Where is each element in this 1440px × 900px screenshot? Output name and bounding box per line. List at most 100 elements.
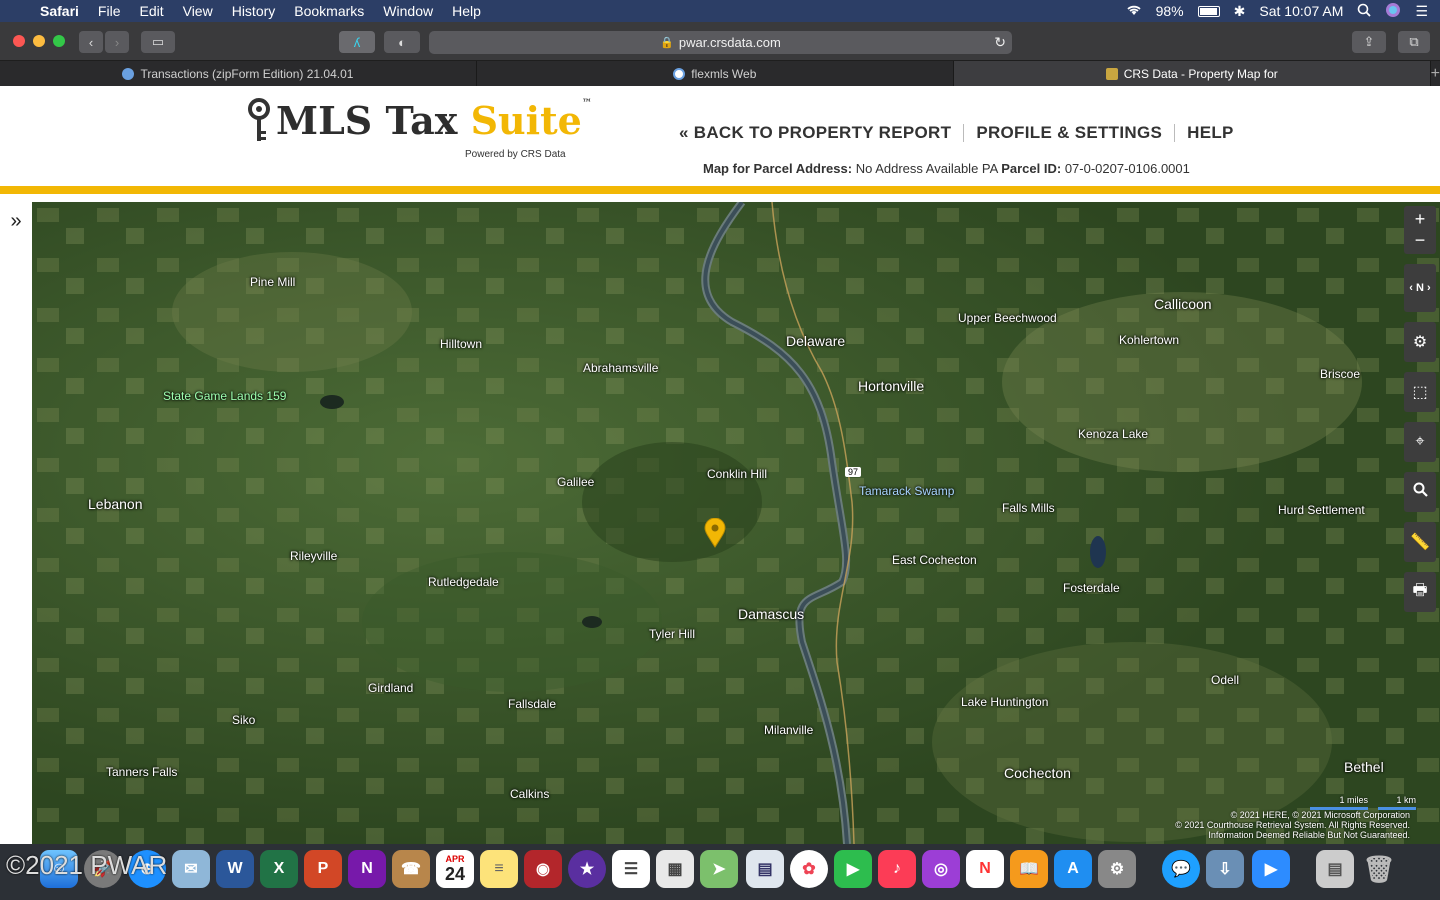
share-button[interactable]: ⇪ [1352,31,1386,53]
expand-panel-button[interactable]: » [0,202,32,844]
mls-tax-suite-logo[interactable]: MLS Tax Suite™ Powered by CRS Data [246,98,592,160]
map-container: » Pine Mill Hilltown Abrahamsville State… [0,202,1440,844]
imovie-icon[interactable]: ★ [568,850,606,888]
menu-bookmarks[interactable]: Bookmarks [294,3,364,19]
system-preferences-icon[interactable]: ⚙ [1098,850,1136,888]
menu-edit[interactable]: Edit [139,3,163,19]
locate-button[interactable]: ⌖ [1404,422,1436,462]
tab-overview-button[interactable]: ⧉ [1398,31,1430,53]
spotlight-icon[interactable] [1357,3,1372,20]
address-bar[interactable]: 🔒 pwar.crsdata.com ↻ [429,31,1012,54]
map-label-damascus: Damascus [738,606,805,622]
mail-icon[interactable]: ✉ [172,850,210,888]
map-label-delaware: Delaware [786,333,846,349]
maps-icon[interactable]: ➤ [700,850,738,888]
menu-history[interactable]: History [232,3,276,19]
map-label-falls-mills: Falls Mills [1002,501,1055,515]
books-icon[interactable]: 📖 [1010,850,1048,888]
reload-icon[interactable]: ↻ [994,34,1006,51]
app-store-icon[interactable]: A [1054,850,1092,888]
music-icon[interactable]: ♪ [878,850,916,888]
forward-button[interactable]: › [105,31,129,53]
map-label-tyler-hill: Tyler Hill [649,627,696,641]
measure-button[interactable]: 📏 [1404,522,1436,562]
settings-button[interactable]: ⚙ [1404,322,1436,362]
powerpoint-icon[interactable]: P [304,850,342,888]
parcel-id-label: Parcel ID: [1001,161,1062,176]
excel-icon[interactable]: X [260,850,298,888]
address-bar-url: pwar.crsdata.com [678,35,781,50]
menu-window[interactable]: Window [383,3,433,19]
nav-divider [963,124,965,142]
messages-icon[interactable]: 💬 [1162,850,1200,888]
clock[interactable]: Sat 10:07 AM [1259,3,1343,19]
numbers-icon[interactable]: ▦ [656,850,694,888]
menu-help[interactable]: Help [452,3,481,19]
logo-text: MLS Tax Suite™ [276,98,592,143]
documents-stack-icon[interactable]: ▤ [1316,850,1354,888]
new-tab-button[interactable]: + [1431,61,1440,86]
map-label-girdland: Girdland [368,681,414,695]
property-location-pin-icon[interactable] [704,517,726,553]
map-label-galilee: Galilee [557,475,595,489]
header-nav: « BACK TO PROPERTY REPORT PROFILE & SETT… [679,123,1234,143]
tab-transactions[interactable]: Transactions (zipForm Edition) 21.04.01 [0,61,477,86]
key-icon [246,98,272,153]
menu-view[interactable]: View [183,3,213,19]
zoom-app-icon[interactable]: ▶ [1252,850,1290,888]
battery-icon[interactable] [1197,5,1220,17]
notes-icon[interactable]: ≡ [480,850,518,888]
back-to-report-link[interactable]: « BACK TO PROPERTY REPORT [679,123,951,143]
podcasts-icon[interactable]: ◎ [922,850,960,888]
siri-icon[interactable] [1385,2,1401,21]
calendar-icon[interactable]: APR 24 [436,850,474,888]
bluetooth-icon[interactable]: ✱ [1234,3,1246,20]
downloads-stack-icon[interactable]: ⇩ [1206,850,1244,888]
menu-file[interactable]: File [98,3,121,19]
map-label-milanville: Milanville [764,723,814,737]
double-chevron-right-icon: » [10,210,22,232]
satellite-imagery [32,202,1440,844]
help-link[interactable]: HELP [1187,123,1234,143]
zoom-window-icon[interactable] [53,35,65,47]
tab-flexmls[interactable]: flexmls Web [477,61,954,86]
zoom-out-icon[interactable]: − [1415,230,1426,251]
profile-settings-link[interactable]: PROFILE & SETTINGS [976,123,1162,143]
privacy-shield-button[interactable]: ◐ [384,31,420,53]
ruler-icon: 📏 [1410,534,1430,551]
wifi-icon[interactable] [1126,3,1142,19]
control-center-icon[interactable]: ☰ [1415,3,1428,20]
print-button[interactable]: 🖶 [1404,572,1436,612]
parcel-address-value: No Address Available PA [855,161,998,176]
map-search-button[interactable] [1404,472,1436,512]
word-icon[interactable]: W [216,850,254,888]
tab-bar: Transactions (zipForm Edition) 21.04.01 … [0,60,1440,86]
contacts-icon[interactable]: ☎ [392,850,430,888]
zoom-in-icon[interactable]: + [1415,209,1426,230]
preview-icon[interactable]: ▤ [746,850,784,888]
sidebar-toggle-button[interactable]: ▭ [141,31,175,53]
minimize-window-icon[interactable] [33,35,45,47]
news-icon[interactable]: N [966,850,1004,888]
facetime-icon[interactable]: ▶ [834,850,872,888]
map-label-callicoon: Callicoon [1154,296,1212,312]
tab-crs-data[interactable]: CRS Data - Property Map for [953,61,1431,86]
close-window-icon[interactable] [13,35,25,47]
crosshair-icon: ⌖ [1415,433,1425,450]
map-label-fosterdale: Fosterdale [1063,581,1120,595]
onenote-icon[interactable]: N [348,850,386,888]
map-label-rutledgedale: Rutledgedale [428,575,499,589]
back-button[interactable]: ‹ [79,31,103,53]
photos-icon[interactable]: ✿ [790,850,828,888]
reminders-icon[interactable]: ☰ [612,850,650,888]
parcel-id-value: 07-0-0207-0106.0001 [1064,161,1190,176]
extent-button[interactable]: ⬚ [1404,372,1436,412]
map-label-tamarack-swamp: Tamarack Swamp [859,484,955,498]
menu-app-name[interactable]: Safari [40,3,79,19]
map-label-hilltown: Hilltown [440,337,483,351]
photo-booth-icon[interactable]: ◉ [524,850,562,888]
satellite-map[interactable]: Pine Mill Hilltown Abrahamsville State G… [32,202,1440,844]
trash-icon[interactable]: 🗑 [1360,850,1398,888]
compass-button[interactable]: ‹ N › [1404,264,1436,312]
extension-button[interactable]: ʎ [339,31,375,53]
